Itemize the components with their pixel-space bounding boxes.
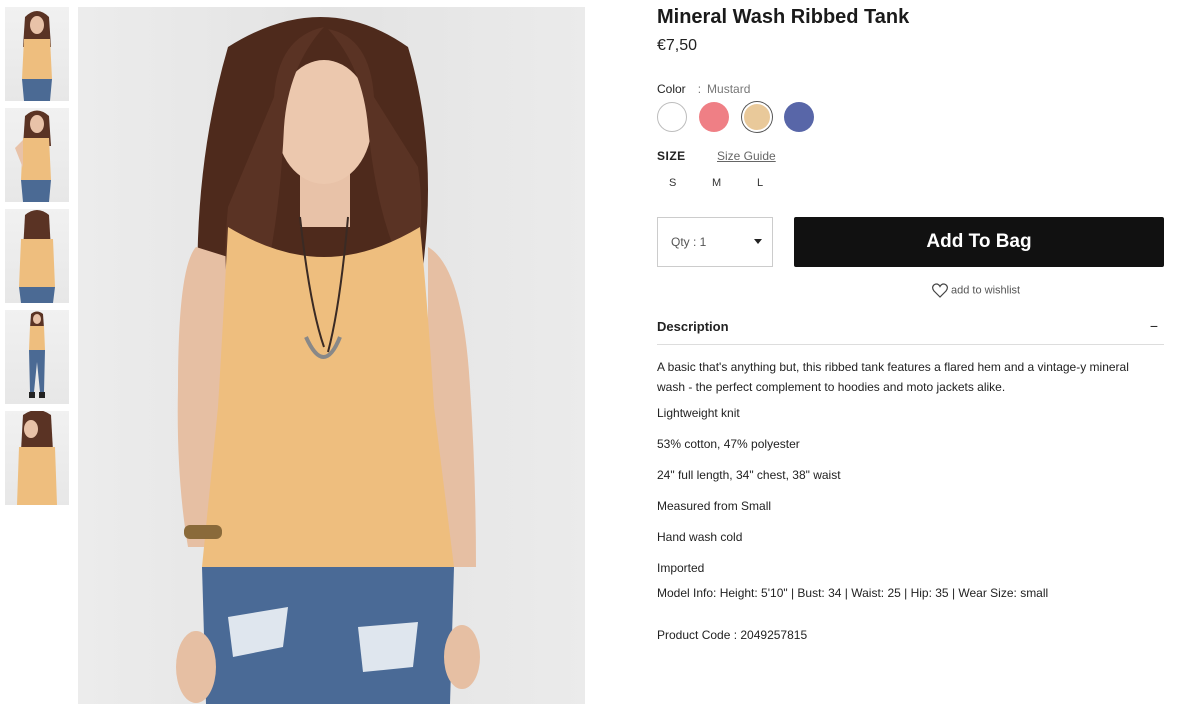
selected-color-name: Mustard — [707, 82, 751, 96]
add-to-bag-button[interactable]: Add To Bag — [794, 217, 1164, 267]
size-label: SIZE — [657, 149, 686, 163]
detail-line: Lightweight knit — [657, 406, 740, 420]
product-thumbnail-image — [17, 411, 57, 505]
wishlist-label: add to wishlist — [951, 284, 1021, 297]
thumbnail-back[interactable] — [5, 209, 69, 303]
detail-line: 53% cotton, 47% polyester — [657, 437, 800, 451]
product-title: Mineral Wash Ribbed Tank — [657, 6, 910, 28]
color-separator: : — [697, 82, 702, 96]
thumbnail-hand-on-hip[interactable] — [5, 108, 69, 202]
size-option-l[interactable]: L — [757, 177, 763, 189]
heart-icon — [932, 283, 948, 298]
product-thumbnail-image — [15, 110, 51, 202]
add-to-wishlist-link[interactable]: add to wishlist — [932, 283, 1020, 298]
detail-line: Hand wash cold — [657, 530, 743, 544]
model-info-line: Model Info: Height: 5'10" | Bust: 34 | W… — [657, 586, 1049, 600]
description-body: A basic that's anything but, this ribbed… — [657, 357, 1147, 397]
quantity-label: Qty : 1 — [671, 235, 707, 249]
swatch-navy[interactable] — [784, 102, 814, 132]
detail-line: Imported — [657, 561, 705, 575]
color-selection-label: Color: Mustard — [657, 82, 750, 96]
size-option-m[interactable]: M — [712, 177, 721, 189]
size-guide-link[interactable]: Size Guide — [717, 149, 776, 163]
swatch-mustard-selected[interactable] — [742, 102, 772, 132]
product-thumbnail-image — [22, 11, 52, 101]
caret-down-icon — [754, 239, 762, 244]
detail-line: Measured from Small — [657, 499, 772, 513]
swatch-white[interactable] — [657, 102, 687, 132]
description-accordion-header[interactable]: Description − — [657, 318, 1164, 345]
description-title: Description — [657, 319, 729, 334]
swatch-pink[interactable] — [699, 102, 729, 132]
size-header: SIZE Size Guide — [657, 149, 776, 163]
detail-line: 24" full length, 34" chest, 38" waist — [657, 468, 841, 482]
description-paragraph: A basic that's anything but, this ribbed… — [657, 360, 1129, 394]
thumbnail-back-over-shoulder[interactable] — [5, 411, 69, 505]
thumbnail-full-length[interactable] — [5, 310, 69, 404]
quantity-select[interactable]: Qty : 1 — [657, 217, 773, 267]
thumbnail-gallery — [5, 7, 69, 512]
size-option-s[interactable]: S — [669, 177, 676, 189]
color-label: Color — [657, 82, 686, 96]
collapse-icon[interactable]: − — [1150, 318, 1158, 334]
thumbnail-front[interactable] — [5, 7, 69, 101]
product-code: Product Code : 2049257815 — [657, 628, 808, 642]
product-thumbnail-image — [29, 311, 45, 398]
product-price: €7,50 — [657, 37, 698, 54]
product-thumbnail-image — [19, 210, 55, 303]
model-photo — [176, 17, 480, 704]
main-product-image[interactable] — [78, 7, 585, 704]
